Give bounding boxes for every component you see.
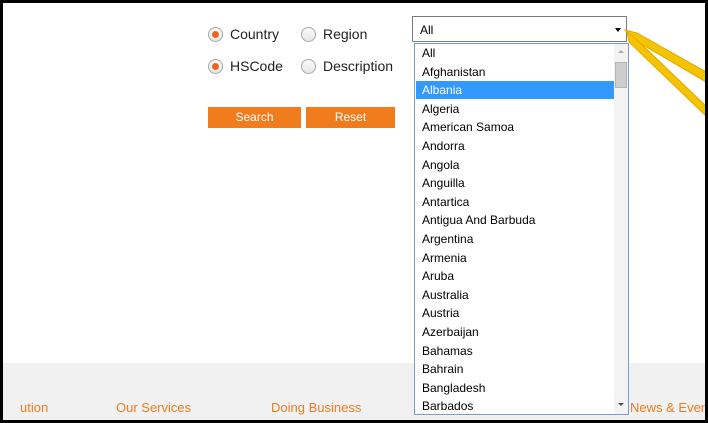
country-select-value: All xyxy=(420,23,434,37)
radio-label-country: Country xyxy=(230,26,280,42)
footer-link-institution[interactable]: ution xyxy=(20,400,48,416)
dropdown-option[interactable]: Antigua And Barbuda xyxy=(416,211,614,229)
radio-button-description[interactable] xyxy=(301,58,316,74)
radio-button-region[interactable] xyxy=(301,26,316,42)
scroll-down-icon[interactable] xyxy=(618,403,624,406)
chevron-down-icon[interactable] xyxy=(615,28,621,32)
radio-region[interactable]: Region xyxy=(301,26,367,42)
radio-label-description: Description xyxy=(323,58,394,74)
country-select[interactable]: All xyxy=(412,16,627,42)
dropdown-option[interactable]: Andorra xyxy=(416,137,614,155)
radio-button-hscode[interactable] xyxy=(208,58,223,74)
callout-arrow-icon xyxy=(623,29,705,116)
dropdown-option[interactable]: Argentina xyxy=(416,230,614,248)
radio-label-hscode: HSCode xyxy=(230,58,283,74)
dropdown-option[interactable]: Afghanistan xyxy=(416,63,614,81)
radio-label-region: Region xyxy=(323,26,368,42)
dropdown-option[interactable]: Angola xyxy=(416,156,614,174)
footer-link-our-services[interactable]: Our Services xyxy=(116,400,191,416)
dropdown-option[interactable]: Barbados xyxy=(416,397,614,414)
footer-link-news-events[interactable]: News & Events xyxy=(630,400,705,416)
footer-link-doing-business[interactable]: Doing Business xyxy=(271,400,361,416)
radio-description[interactable]: Description xyxy=(301,58,393,74)
country-dropdown-list[interactable]: All Afghanistan Albania Algeria American Sam… xyxy=(414,43,629,415)
dropdown-option[interactable]: Bahamas xyxy=(416,342,614,360)
radio-country[interactable]: Country xyxy=(208,26,279,42)
page-frame: Country Region HSCode Description Search… xyxy=(0,0,708,423)
dropdown-option[interactable]: Azerbaijan xyxy=(416,323,614,341)
radio-hscode[interactable]: HSCode xyxy=(208,58,283,74)
dropdown-option[interactable]: Algeria xyxy=(416,100,614,118)
dropdown-option[interactable]: All xyxy=(416,44,614,62)
dropdown-option[interactable]: Australia xyxy=(416,286,614,304)
dropdown-option[interactable]: Antartica xyxy=(416,193,614,211)
dropdown-option[interactable]: Albania xyxy=(416,81,614,100)
radio-button-country[interactable] xyxy=(208,26,223,42)
dropdown-option[interactable]: American Samoa xyxy=(416,118,614,136)
dropdown-option[interactable]: Bahrain xyxy=(416,360,614,378)
dropdown-option[interactable]: Bangladesh xyxy=(416,379,614,397)
dropdown-option[interactable]: Armenia xyxy=(416,249,614,267)
dropdown-option[interactable]: Aruba xyxy=(416,267,614,285)
search-button[interactable]: Search xyxy=(208,107,301,128)
reset-button[interactable]: Reset xyxy=(306,107,395,128)
dropdown-option[interactable]: Austria xyxy=(416,304,614,322)
dropdown-option[interactable]: Anguilla xyxy=(416,174,614,192)
